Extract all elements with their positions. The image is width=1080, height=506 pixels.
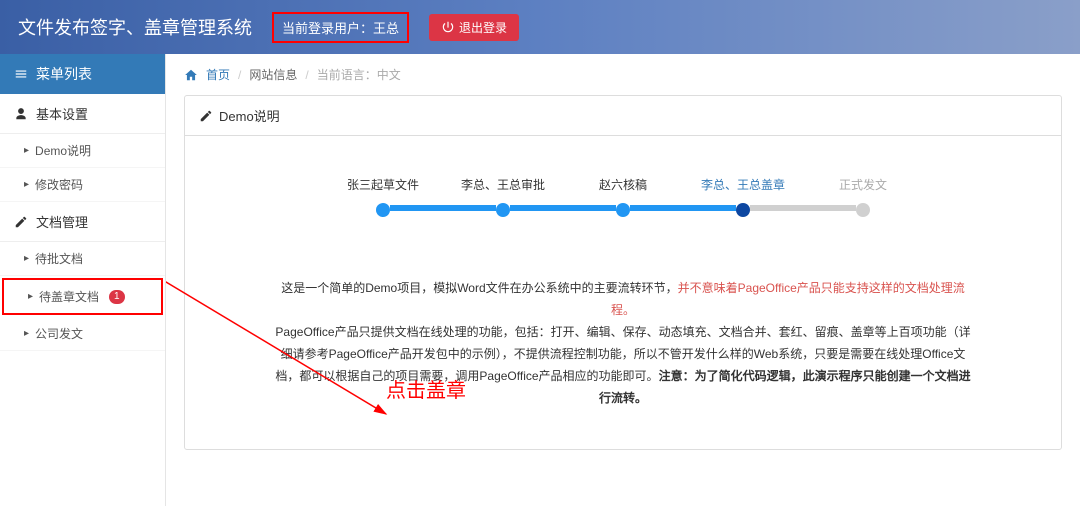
sidebar-group-basic[interactable]: 基本设置 [0,94,165,134]
panel-body: 张三起草文件李总、王总审批赵六核稿李总、王总盖章正式发文 这是一个简单的Demo… [185,136,1061,449]
caret-icon: ▸ [24,179,29,190]
breadcrumb-info: 网站信息 [249,66,297,83]
step-label: 李总、王总盖章 [683,176,803,193]
step: 赵六核稿 [563,176,683,217]
breadcrumb: 首页 / 网站信息 / 当前语言：中文 [166,54,1080,95]
sidebar-item-publish[interactable]: ▸公司发文 [0,317,165,351]
step: 李总、王总审批 [443,176,563,217]
step-label: 李总、王总审批 [443,176,563,193]
breadcrumb-sep: / [238,68,241,82]
step: 正式发文 [803,176,923,217]
menu-icon [14,67,28,81]
breadcrumb-lang: 当前语言：中文 [317,66,401,83]
breadcrumb-home[interactable]: 首页 [206,66,230,83]
workflow-steps: 张三起草文件李总、王总审批赵六核稿李总、王总盖章正式发文 [205,176,1041,217]
main-area: 首页 / 网站信息 / 当前语言：中文 Demo说明 张三起草文件李总、王总审批… [166,54,1080,506]
breadcrumb-sep: / [305,68,308,82]
step-dot [376,203,390,217]
highlight-stamp-item: ▸ 待盖章文档 1 [2,278,163,315]
user-icon [14,107,28,121]
app-title: 文件发布签字、盖章管理系统 [18,14,252,40]
header-bar: 文件发布签字、盖章管理系统 当前登录用户：王总 退出登录 [0,0,1080,54]
logout-label: 退出登录 [459,19,507,36]
edit-icon [14,215,28,229]
panel: Demo说明 张三起草文件李总、王总审批赵六核稿李总、王总盖章正式发文 这是一个… [184,95,1062,450]
sidebar-item-pending[interactable]: ▸待批文档 [0,242,165,276]
edit-icon [199,109,213,123]
current-user: 当前登录用户：王总 [272,12,409,43]
sidebar-head: 菜单列表 [0,54,165,94]
sidebar: 菜单列表 基本设置 ▸Demo说明 ▸修改密码 文档管理 ▸待批文档 ▸ 待盖章… [0,54,166,506]
logout-button[interactable]: 退出登录 [429,14,519,41]
step: 李总、王总盖章 [683,176,803,217]
sidebar-item-demo[interactable]: ▸Demo说明 [0,134,165,168]
annotation-text: 点击盖章 [386,374,466,403]
step-label: 正式发文 [803,176,923,193]
sidebar-group-docs[interactable]: 文档管理 [0,202,165,242]
caret-icon: ▸ [28,291,33,302]
power-icon [441,20,455,34]
step: 张三起草文件 [323,176,443,217]
step-dot [616,203,630,217]
badge-count: 1 [109,290,125,304]
description: 这是一个简单的Demo项目，模拟Word文件在办公系统中的主要流转环节，并不意味… [273,277,973,409]
sidebar-item-stamp[interactable]: ▸ 待盖章文档 1 [4,280,161,313]
sidebar-item-password[interactable]: ▸修改密码 [0,168,165,202]
caret-icon: ▸ [24,145,29,156]
step-dot [736,203,750,217]
step-dot [496,203,510,217]
step-label: 张三起草文件 [323,176,443,193]
caret-icon: ▸ [24,328,29,339]
step-label: 赵六核稿 [563,176,683,193]
step-dot [856,203,870,217]
caret-icon: ▸ [24,253,29,264]
home-icon [184,68,198,82]
panel-heading: Demo说明 [185,96,1061,136]
